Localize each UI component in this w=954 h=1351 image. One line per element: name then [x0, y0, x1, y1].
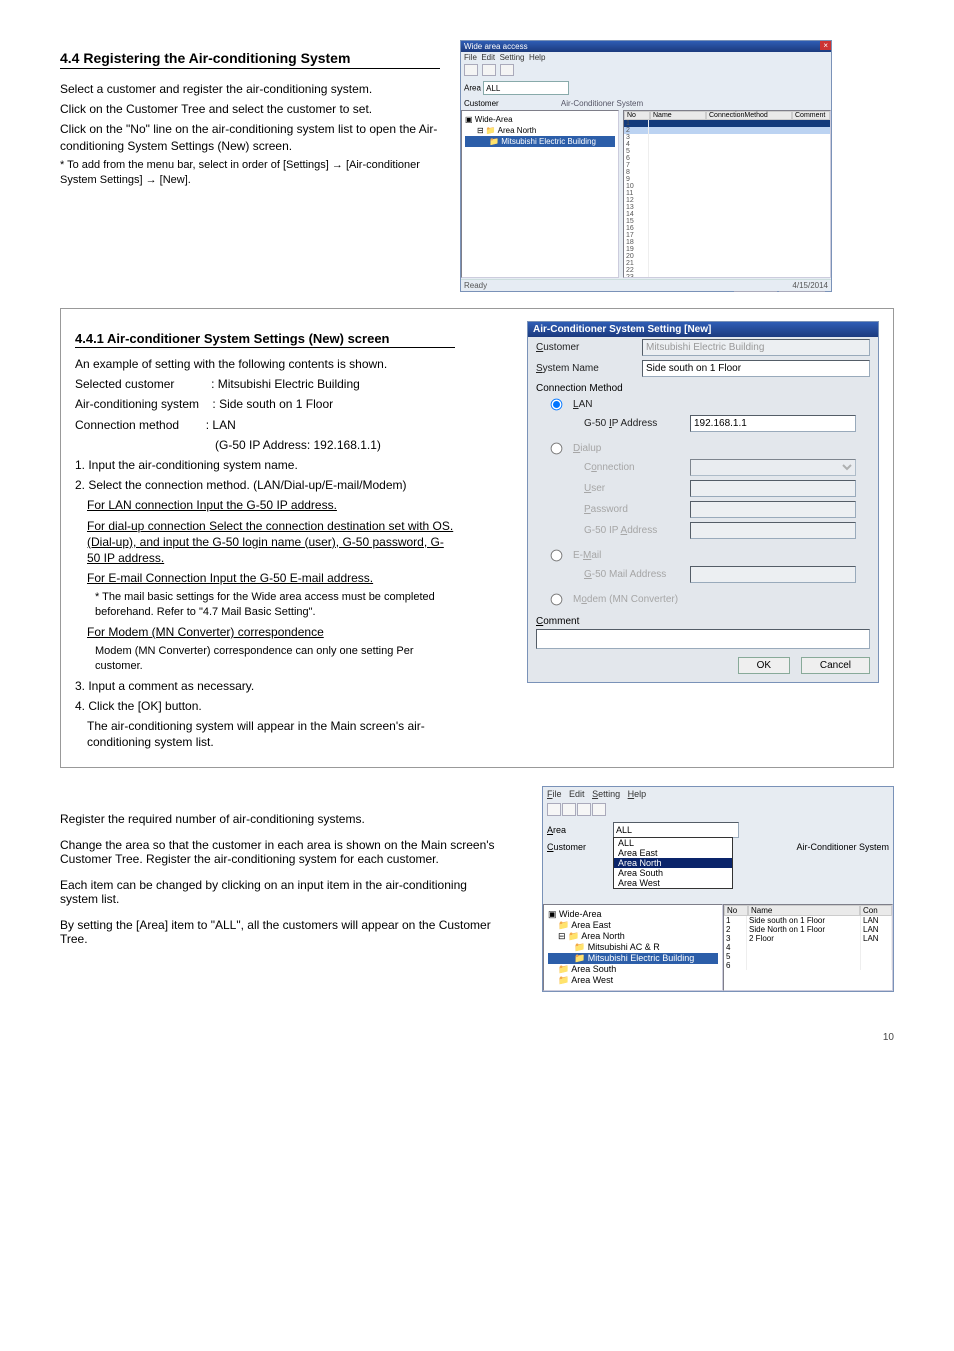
step4-note: The air-conditioning system will appear … [87, 718, 455, 750]
sys-val: : Side south on 1 Floor [212, 397, 333, 411]
conn-label: Connection method [75, 418, 179, 432]
toolbar-btn[interactable] [464, 64, 478, 76]
cancel-button[interactable]: Cancel [801, 657, 870, 674]
dialup-ip-label: G-50 IP Address [584, 525, 684, 536]
toolbar-btn[interactable] [482, 64, 496, 76]
page-number: 10 [60, 1032, 894, 1043]
g50-ip-label: G-50 IP Address [584, 418, 684, 429]
area-filter-window: File Edit Setting Help Area ALL Area Eas… [542, 786, 894, 992]
email-addr-field [690, 566, 856, 583]
dialup-pass-label: Password [584, 504, 684, 515]
email-addr-label: G-50 Mail Address [584, 569, 684, 580]
section1-p2: Click on the Customer Tree and select th… [60, 101, 440, 117]
ok-button[interactable]: OK [738, 657, 790, 674]
system-name-label: System Name [536, 363, 636, 374]
toolbar[interactable] [461, 63, 831, 79]
status-text: Ready [464, 281, 487, 290]
customer-tree[interactable]: ▣ Wide-Area 📁 Area East ⊟ 📁 Area North 📁… [543, 904, 723, 991]
area-input[interactable] [483, 81, 569, 95]
toolbar-btn[interactable] [500, 64, 514, 76]
dialup-label: Dialup [573, 443, 601, 454]
step2: 2. Select the connection method. (LAN/Di… [75, 477, 455, 493]
section-title: 4.4 Registering the Air-conditioning Sys… [60, 50, 440, 69]
step2a: For LAN connection Input the G-50 IP add… [87, 498, 337, 512]
dialup-ip-field [690, 522, 856, 539]
subsection-title: 4.4.1 Air-conditioner System Settings (N… [75, 331, 455, 348]
customer-label: CCustomerustomer [536, 342, 636, 353]
lan-label: LAN [573, 399, 592, 410]
area-label: Area [547, 825, 607, 835]
step3: 3. Input a comment as necessary. [75, 678, 455, 694]
dialup-user-field [690, 480, 856, 497]
sys-label: Air-conditioning system [75, 397, 199, 411]
g50-note: (G-50 IP Address: 192.168.1.1) [215, 437, 455, 453]
sel-cust-label: Selected customer [75, 377, 174, 391]
dialup-conn-label: Connection [584, 462, 684, 473]
step2d-note: Modem (MN Converter) correspondence can … [95, 644, 455, 674]
dialog-title: Air-Conditioner System Setting [New] [528, 322, 878, 337]
comment-field[interactable] [536, 629, 870, 649]
section2-intro: An example of setting with the following… [75, 356, 455, 372]
customer-tree[interactable]: ▣ Wide-Area ⊟ 📁 Area North 📁 Mitsubishi … [461, 110, 619, 278]
section1-p4: * To add from the menu bar, select in or… [60, 158, 440, 188]
connection-method-label: Connection Method [528, 379, 878, 396]
section3-p4: By setting the [Area] item to "ALL", all… [60, 918, 500, 946]
step2c: For E-mail Connection Input the G-50 E-m… [87, 571, 373, 585]
step4: 4. Click the [OK] button. [75, 698, 455, 714]
customer-field [642, 339, 870, 356]
menubar[interactable]: File Edit Setting Help [543, 787, 893, 801]
section3-p2: Change the area so that the customer in … [60, 838, 500, 866]
email-radio[interactable] [551, 550, 563, 562]
ac-system-grid[interactable]: No Name Con 1Side south on 1 FloorLAN 2S… [723, 904, 893, 991]
sel-cust-val: : Mitsubishi Electric Building [211, 377, 360, 391]
comment-label: Comment [528, 612, 878, 629]
step1: 1. Input the air-conditioning system nam… [75, 457, 455, 473]
modem-radio[interactable] [551, 594, 563, 606]
step2b: For dial-up connection Select the connec… [87, 519, 453, 565]
conn-val: : LAN [206, 418, 236, 432]
step2d: For Modem (MN Converter) correspondence [87, 625, 324, 639]
toolbar[interactable] [543, 801, 893, 820]
area-label: Area [464, 84, 481, 93]
step2c-note: * The mail basic settings for the Wide a… [95, 590, 455, 620]
ac-settings-dialog: Air-Conditioner System Setting [New] CCu… [527, 321, 879, 683]
g50-ip-field[interactable] [690, 415, 856, 432]
menubar[interactable]: File Edit Setting Help [461, 52, 831, 63]
ac-system-grid[interactable]: No Name ConnectionMethod Comment 1 2 3 4… [623, 110, 831, 278]
email-label: E-Mail [573, 550, 601, 561]
lan-radio[interactable] [551, 399, 563, 411]
system-name-field[interactable] [642, 360, 870, 377]
customer-label: Customer [464, 99, 499, 108]
section1-p1: Select a customer and register the air-c… [60, 81, 440, 97]
dialup-connection-select [690, 459, 856, 476]
dialup-radio[interactable] [551, 443, 563, 455]
close-icon[interactable]: × [820, 41, 831, 50]
area-combo[interactable] [613, 822, 739, 838]
section3-p1: Register the required number of air-cond… [60, 812, 500, 826]
section1-p3: Click on the "No" line on the air-condit… [60, 121, 440, 153]
customer-label: Customer [547, 842, 607, 852]
status-date: 4/15/2014 [792, 281, 828, 290]
dialup-pass-field [690, 501, 856, 518]
dialup-user-label: User [584, 483, 684, 494]
ac-system-label: Air-Conditioner System [796, 842, 889, 852]
area-dropdown[interactable]: ALL Area East Area North Area South Area… [613, 837, 733, 889]
ac-section-label: Air-Conditioner System [561, 99, 643, 108]
section3-p3: Each item can be changed by clicking on … [60, 878, 500, 906]
window-title: Wide area access [461, 41, 831, 52]
main-window: Wide area access × File Edit Setting Hel… [460, 40, 832, 292]
modem-label: Modem (MN Converter) [573, 594, 678, 605]
